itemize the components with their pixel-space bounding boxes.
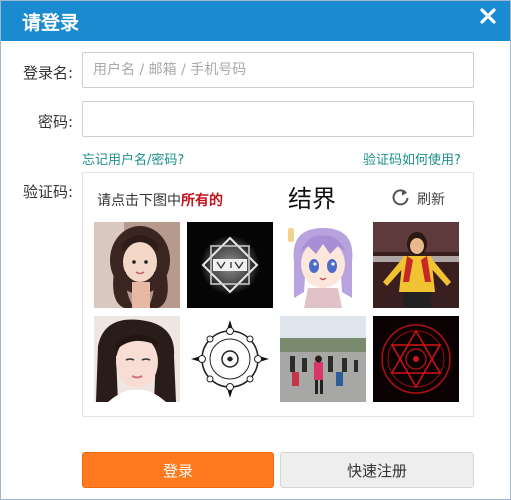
quick-register-button[interactable]: 快速注册 — [280, 452, 474, 488]
captcha-tile-magic-circle-red[interactable] — [373, 316, 459, 402]
login-dialog: 请登录 登录名: 密码: 忘记用户名/密码? 验证码如何使用? 验证码: 请点击… — [0, 0, 511, 500]
captcha-tile-anime-girl[interactable] — [280, 222, 366, 308]
captcha-header: 请点击下图中所有的 结界 刷新 — [83, 173, 473, 217]
login-button[interactable]: 登录 — [82, 452, 274, 488]
password-input[interactable] — [82, 101, 474, 137]
captcha-panel: 请点击下图中所有的 结界 刷新 — [82, 172, 474, 417]
dialog-title: 请登录 — [22, 12, 80, 34]
captcha-tile-crowd-square-dancing[interactable] — [280, 316, 366, 402]
captcha-prompt-text: 请点击下图中 — [97, 193, 181, 209]
captcha-tile-woman-dancing[interactable] — [373, 222, 459, 308]
title-bar: 请登录 — [1, 1, 510, 41]
username-input[interactable] — [82, 52, 474, 88]
captcha-target-word: 结界 — [288, 185, 336, 213]
refresh-label: 刷新 — [417, 192, 445, 208]
captcha-tile-magic-circle-white[interactable] — [187, 316, 273, 402]
captcha-tile-girl-closeup[interactable] — [94, 316, 180, 402]
password-label: 密码: — [37, 113, 73, 131]
captcha-tile-girl-portrait[interactable] — [94, 222, 180, 308]
captcha-tile-glowing-emblem[interactable] — [187, 222, 273, 308]
captcha-label: 验证码: — [22, 183, 73, 201]
captcha-help-link[interactable]: 验证码如何使用? — [363, 149, 461, 168]
username-label: 登录名: — [22, 64, 73, 82]
close-icon[interactable] — [477, 5, 499, 27]
captcha-prompt: 请点击下图中所有的 — [97, 190, 223, 210]
refresh-icon — [391, 187, 411, 211]
forgot-password-link[interactable]: 忘记用户名/密码? — [82, 149, 184, 168]
refresh-button[interactable]: 刷新 — [391, 188, 445, 210]
captcha-prompt-highlight: 所有的 — [181, 193, 223, 209]
